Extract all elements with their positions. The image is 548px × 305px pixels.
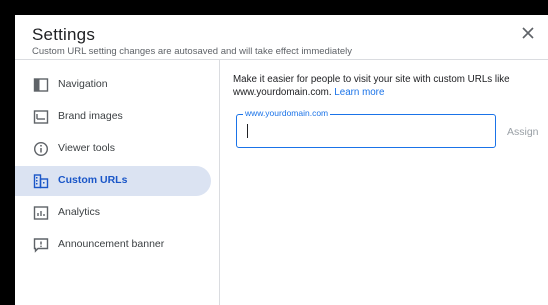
sidebar-item-viewer-tools[interactable]: Viewer tools — [15, 134, 211, 164]
sidebar-item-label: Custom URLs — [58, 174, 128, 186]
custom-url-description: Make it easier for people to visit your … — [233, 73, 533, 99]
assign-button[interactable]: Assign — [507, 126, 539, 138]
building-icon — [33, 174, 49, 189]
close-button[interactable] — [520, 25, 536, 41]
sidebar-item-label: Viewer tools — [58, 142, 116, 154]
chart-icon — [33, 206, 49, 220]
image-icon — [33, 110, 49, 124]
custom-url-field[interactable]: www.yourdomain.com — [236, 108, 496, 148]
sidebar-item-custom-urls[interactable]: Custom URLs — [15, 166, 211, 196]
learn-more-link[interactable]: Learn more — [334, 87, 384, 98]
info-icon — [33, 141, 49, 157]
sidebar-item-navigation[interactable]: Navigation — [15, 70, 211, 100]
sidebar-item-analytics[interactable]: Analytics — [15, 198, 211, 228]
settings-sidebar: Navigation Brand images Viewer tools Cus… — [15, 60, 220, 305]
sidebar-item-label: Brand images — [58, 110, 123, 122]
navigation-icon — [33, 78, 49, 92]
custom-urls-panel: Make it easier for people to visit your … — [233, 73, 548, 148]
settings-dialog: Settings Custom URL setting changes are … — [15, 15, 548, 305]
sidebar-item-label: Announcement banner — [58, 238, 165, 250]
sidebar-item-announcement-banner[interactable]: Announcement banner — [15, 230, 211, 260]
custom-url-field-label: www.yourdomain.com — [243, 108, 331, 118]
sidebar-item-label: Analytics — [58, 206, 101, 218]
announcement-icon — [33, 238, 49, 253]
sidebar-item-brand-images[interactable]: Brand images — [15, 102, 211, 132]
dialog-title: Settings — [32, 25, 96, 44]
text-cursor — [247, 124, 248, 138]
custom-url-input[interactable] — [247, 124, 477, 138]
sidebar-item-label: Navigation — [58, 78, 108, 90]
close-icon — [522, 27, 534, 39]
dialog-subtitle: Custom URL setting changes are autosaved… — [32, 46, 352, 57]
